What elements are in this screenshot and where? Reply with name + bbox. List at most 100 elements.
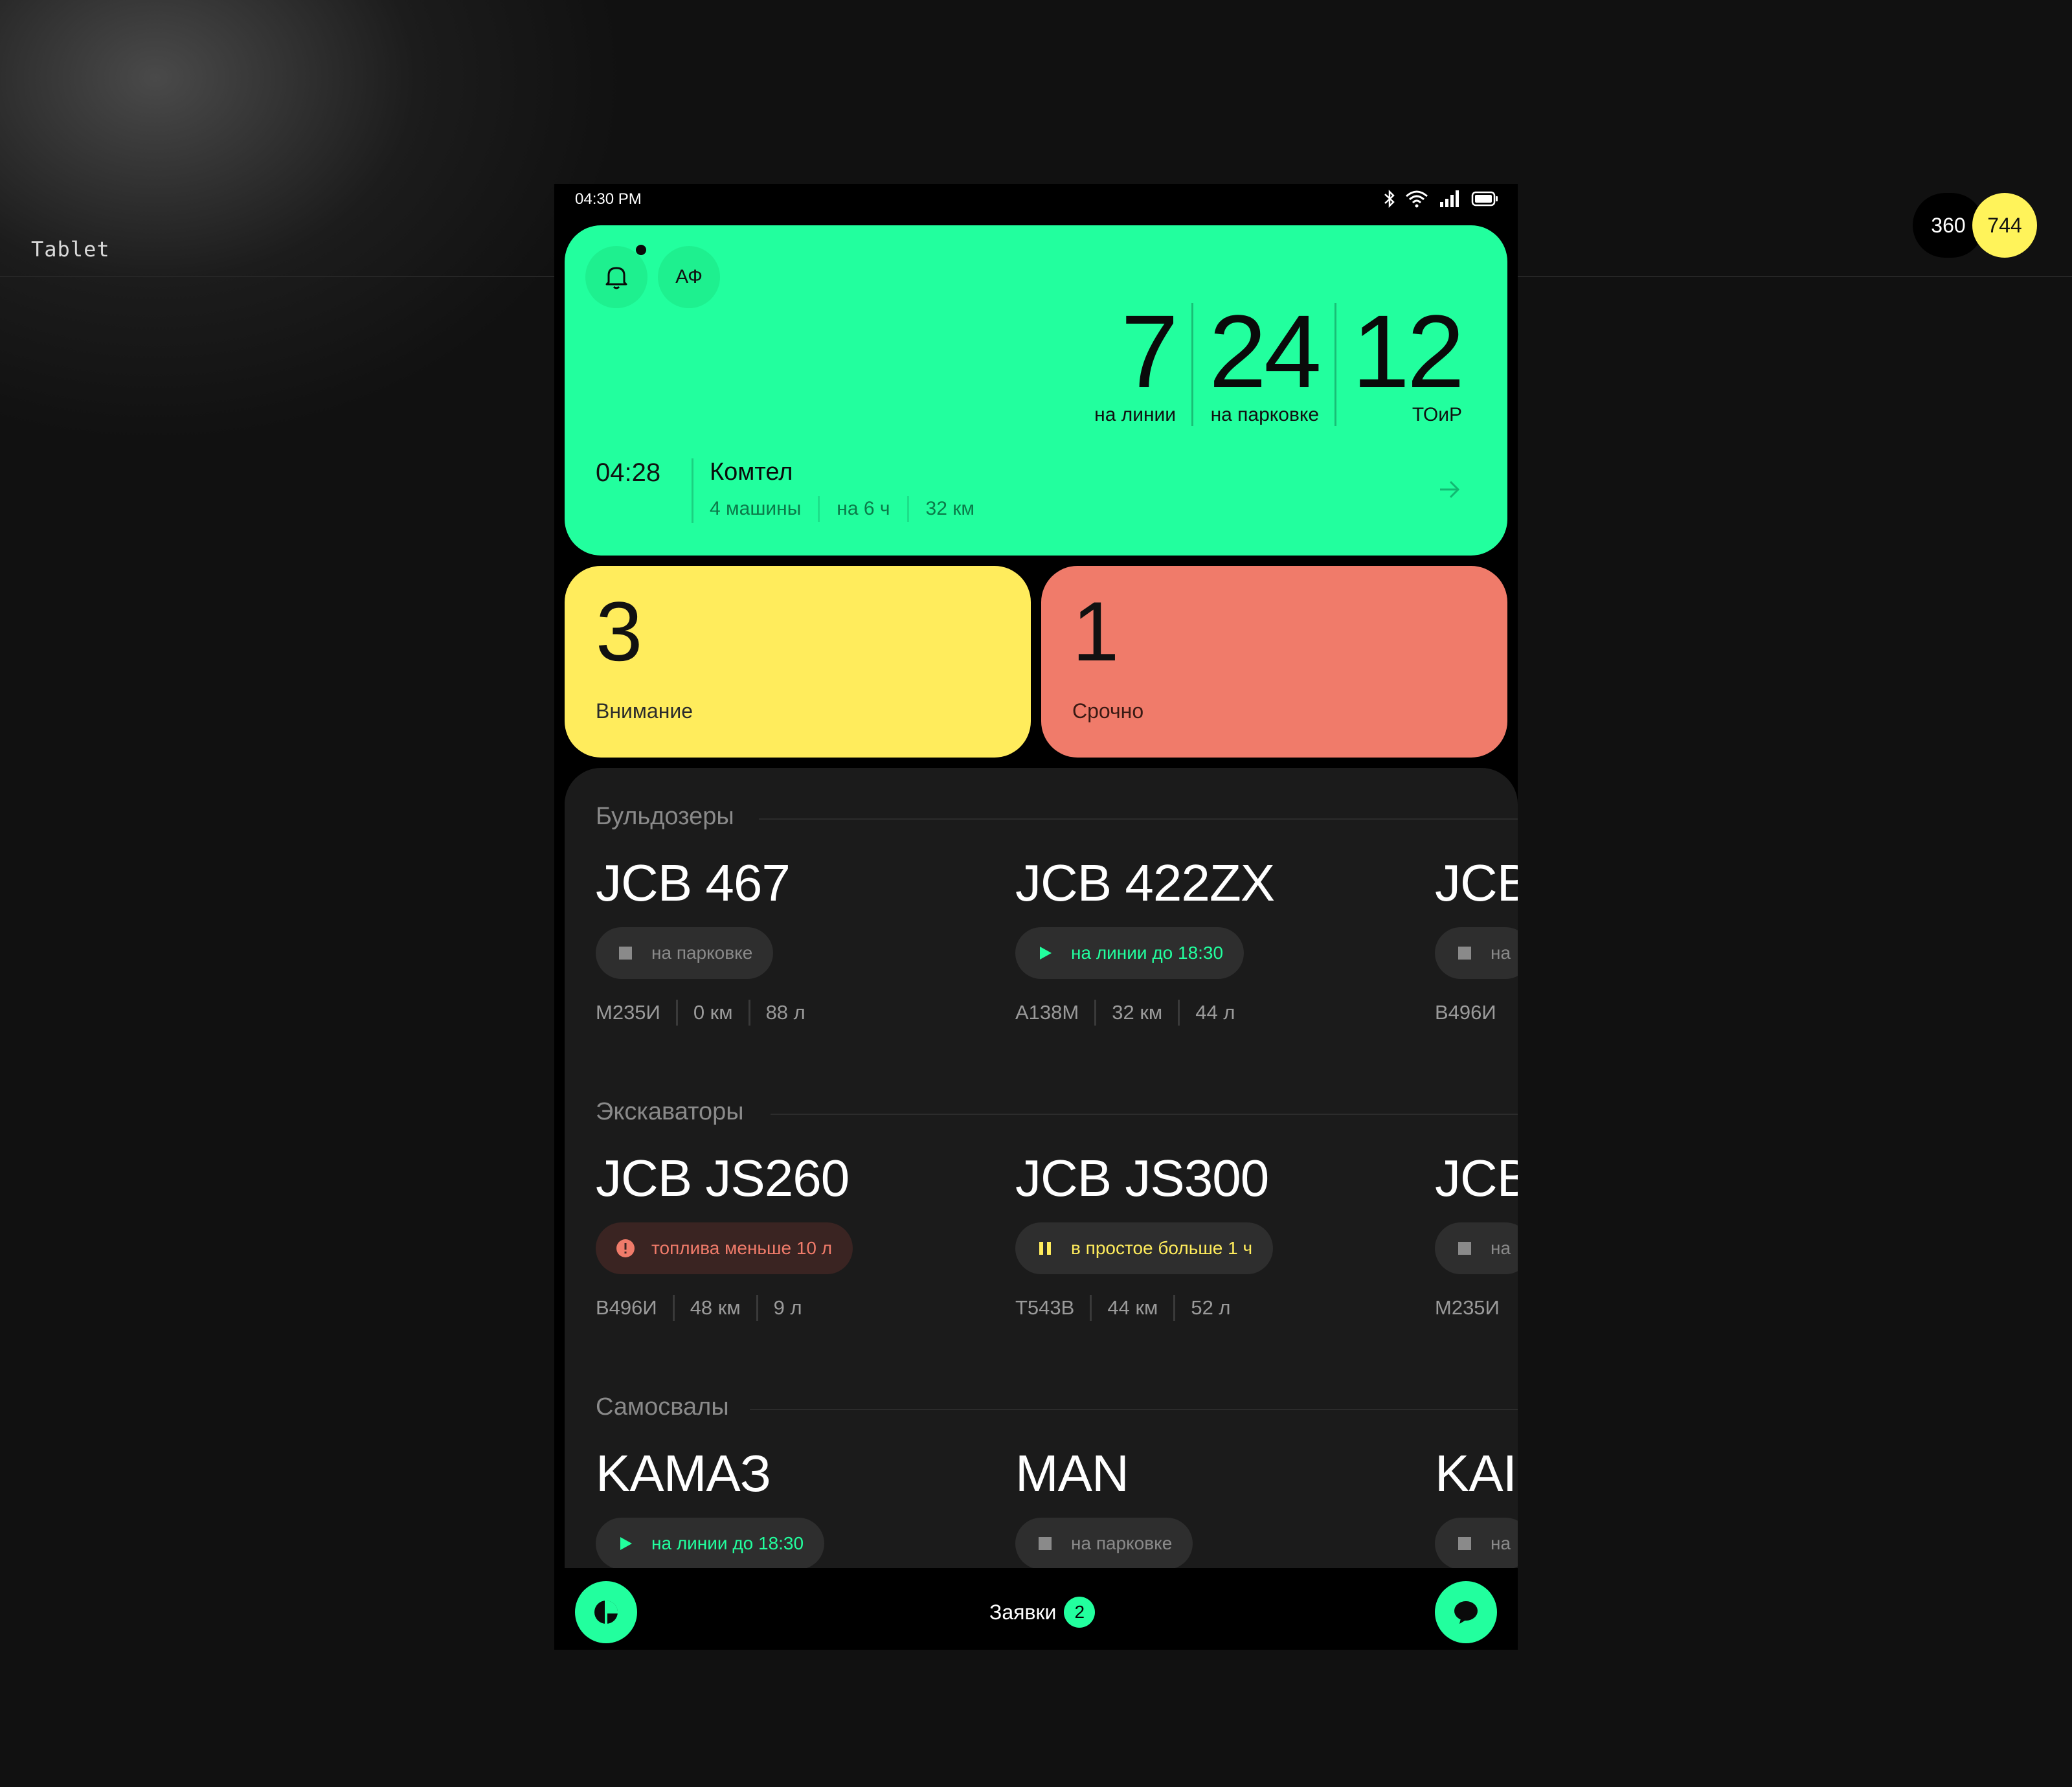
bottom-bar: Заявки 2 xyxy=(554,1568,1518,1650)
battery-icon xyxy=(1471,191,1498,207)
profile-avatar[interactable]: АФ xyxy=(658,246,720,308)
distance: 44 км xyxy=(1090,1295,1173,1321)
plate: В496И xyxy=(1435,1001,1496,1024)
stat-label: на парковке xyxy=(1210,404,1320,425)
requests-badge: 2 xyxy=(1064,1597,1096,1628)
status-chip: на парковке xyxy=(1015,1518,1193,1569)
distance: 48 км xyxy=(672,1295,756,1321)
stat-label: на линии xyxy=(1094,404,1177,425)
fuel: 9 л xyxy=(756,1295,818,1321)
stop-icon xyxy=(616,944,635,962)
arrow-right-icon[interactable] xyxy=(1436,477,1462,502)
trip-time: 04:28 xyxy=(596,458,661,487)
machine-name: JCB 467 xyxy=(596,854,791,912)
trip-distance: 32 км xyxy=(906,496,991,522)
status-text: на xyxy=(1491,1533,1511,1553)
stop-icon xyxy=(1456,1534,1474,1553)
stat-value: 12 xyxy=(1352,293,1465,409)
chat-button[interactable] xyxy=(1435,1581,1497,1643)
machine-meta: Т543В 44 км 52 л xyxy=(1015,1295,1430,1321)
stat-online: 7 на линии xyxy=(1079,293,1191,426)
stat-value: 24 xyxy=(1209,293,1322,409)
status-text: на xyxy=(1491,1238,1511,1258)
machine-meta: М235И 0 км 88 л xyxy=(596,1000,1010,1026)
group-title: Бульдозеры xyxy=(596,803,734,830)
distance: 0 км xyxy=(675,1000,749,1026)
machine-name: MAN xyxy=(1015,1444,1129,1502)
notification-dot xyxy=(636,245,646,255)
machine-card[interactable]: JCB на В496И xyxy=(1435,852,1518,1026)
plate: В496И xyxy=(596,1296,657,1319)
group-title: Самосвалы xyxy=(596,1393,729,1421)
fleet-summary-card[interactable]: АФ 7 на линии 24 на парковке 12 ТОиР 04:… xyxy=(565,225,1507,556)
distance: 32 км xyxy=(1094,1000,1178,1026)
play-icon xyxy=(1036,944,1054,962)
attention-count: 3 xyxy=(596,584,643,679)
machine-name: JCB xyxy=(1435,854,1518,912)
fleet-stats: 7 на линии 24 на парковке 12 ТОиР xyxy=(1079,293,1465,426)
status-text: на парковке xyxy=(651,943,753,963)
stat-maintenance: 12 ТОиР xyxy=(1334,293,1465,426)
urgent-count: 1 xyxy=(1072,584,1120,679)
status-chip: на парковке xyxy=(596,927,774,979)
notifications-button[interactable] xyxy=(585,246,648,308)
machine-card[interactable]: JCB JS260 топлива меньше 10 л В496И 48 к… xyxy=(596,1147,1010,1321)
machine-card[interactable]: MAN на парковке xyxy=(1015,1443,1430,1569)
machine-card[interactable]: KAI на xyxy=(1435,1443,1518,1569)
plate: М235И xyxy=(596,1001,660,1024)
stop-icon xyxy=(1456,944,1474,962)
group-title: Экскаваторы xyxy=(596,1098,744,1125)
status-text: на парковке xyxy=(1071,1533,1173,1553)
bluetooth-icon xyxy=(1384,189,1395,208)
machine-name: JCB 422ZX xyxy=(1015,854,1275,912)
machine-card[interactable]: JCB JS300 в простое больше 1 ч Т543В 44 … xyxy=(1015,1147,1430,1321)
stat-value: 7 xyxy=(1121,293,1178,409)
requests-tab[interactable]: Заявки 2 xyxy=(989,1597,1096,1628)
plate: А138М xyxy=(1015,1001,1079,1024)
machine-card[interactable]: JCB на М235И xyxy=(1435,1147,1518,1321)
trip-meta: 4 машины на 6 ч 32 км xyxy=(710,496,991,522)
machine-name: KAI xyxy=(1435,1444,1517,1502)
status-text: на линии до 18:30 xyxy=(651,1533,804,1553)
plate: М235И xyxy=(1435,1296,1500,1319)
status-chip: на линии до 18:30 xyxy=(596,1518,825,1569)
stats-button[interactable] xyxy=(575,1581,637,1643)
chat-icon xyxy=(1454,1601,1478,1624)
status-chip: на xyxy=(1435,1222,1518,1274)
plate: Т543В xyxy=(1015,1296,1075,1319)
fuel: 52 л xyxy=(1173,1295,1246,1321)
requests-label: Заявки xyxy=(989,1600,1057,1624)
attention-card[interactable]: 3 Внимание xyxy=(565,566,1031,758)
stat-parking: 24 на парковке xyxy=(1191,293,1334,426)
machine-list: Бульдозеры JCB 467 на парковке М235И 0 к… xyxy=(565,768,1518,1650)
group-divider xyxy=(771,1114,1518,1115)
machine-meta: А138М 32 км 44 л xyxy=(1015,1000,1430,1026)
status-chip: на xyxy=(1435,927,1518,979)
urgent-label: Срочно xyxy=(1072,699,1144,723)
viewport-height: 744 xyxy=(1972,193,2037,258)
wifi-icon xyxy=(1406,190,1428,208)
machine-card[interactable]: JCB 467 на парковке М235И 0 км 88 л xyxy=(596,852,1010,1026)
stop-icon xyxy=(1036,1534,1054,1553)
fuel: 44 л xyxy=(1178,1000,1250,1026)
trip-company: Комтел xyxy=(710,458,793,486)
machine-name: JCB xyxy=(1435,1149,1518,1207)
machine-card[interactable]: JCB 422ZX на линии до 18:30 А138М 32 км … xyxy=(1015,852,1430,1026)
warning-icon xyxy=(616,1239,635,1257)
status-chip: на xyxy=(1435,1518,1518,1569)
viewport-size-indicator: 360 744 xyxy=(1913,193,2037,258)
trip-divider xyxy=(692,458,693,523)
fuel: 88 л xyxy=(748,1000,821,1026)
tablet-screen: 04:30 PM АФ 7 на линии 24 на парковке 12… xyxy=(554,184,1518,1650)
play-icon xyxy=(616,1534,635,1553)
status-icons xyxy=(1383,189,1498,208)
stop-icon xyxy=(1456,1239,1474,1257)
bell-icon xyxy=(605,267,627,289)
machine-meta: М235И xyxy=(1435,1295,1518,1321)
status-chip: в простое больше 1 ч xyxy=(1015,1222,1274,1274)
machine-card[interactable]: KAMAЗ на линии до 18:30 xyxy=(596,1443,1010,1569)
attention-label: Внимание xyxy=(596,699,693,723)
group-divider xyxy=(759,818,1518,820)
urgent-card[interactable]: 1 Срочно xyxy=(1041,566,1507,758)
status-chip: на линии до 18:30 xyxy=(1015,927,1244,979)
